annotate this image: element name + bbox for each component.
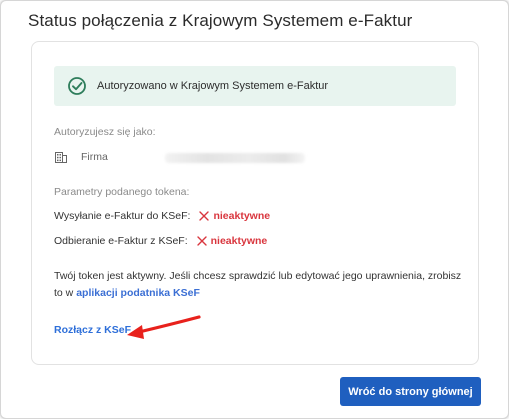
x-icon [199, 211, 210, 221]
back-to-home-button[interactable]: Wróć do strony głównej [340, 377, 481, 406]
disconnect-ksef-link[interactable]: Rozłącz z KSeF [54, 324, 131, 336]
permission-receive-row: Odbieranie e-Faktur z KSeF: nieaktywne [54, 235, 267, 247]
check-circle-icon [68, 77, 86, 95]
permission-send-label: Wysyłanie e-Faktur do KSeF: [54, 210, 191, 222]
permission-receive-label: Odbieranie e-Faktur z KSeF: [54, 235, 188, 247]
permission-receive-status: nieaktywne [210, 235, 268, 247]
permission-send-status: nieaktywne [213, 210, 271, 222]
token-info-paragraph: Twój token jest aktywny. Jeśli chcesz sp… [54, 268, 464, 302]
ksef-app-link[interactable]: aplikacji podatnika KSeF [76, 287, 200, 299]
authorized-text: Autoryzowano w Krajowym Systemem e-Faktu… [97, 80, 329, 92]
identity-row: Firma [55, 151, 108, 163]
permission-send-row: Wysyłanie e-Faktur do KSeF: nieaktywne [54, 210, 270, 222]
dialog-window: Status połączenia z Krajowym Systemem e-… [0, 0, 509, 419]
company-label: Firma [81, 151, 108, 163]
authorized-banner: Autoryzowano w Krajowym Systemem e-Faktu… [54, 66, 456, 106]
x-icon [196, 236, 207, 246]
identity-heading: Autoryzujesz się jako: [54, 126, 156, 138]
token-heading: Parametry podanego tokena: [54, 186, 190, 198]
annotation-arrow [127, 315, 201, 339]
building-icon [55, 151, 67, 163]
connection-status-card: Autoryzowano w Krajowym Systemem e-Faktu… [31, 41, 479, 365]
dialog-title: Status połączenia z Krajowym Systemem e-… [28, 11, 413, 30]
blurred-company-name [165, 153, 305, 163]
